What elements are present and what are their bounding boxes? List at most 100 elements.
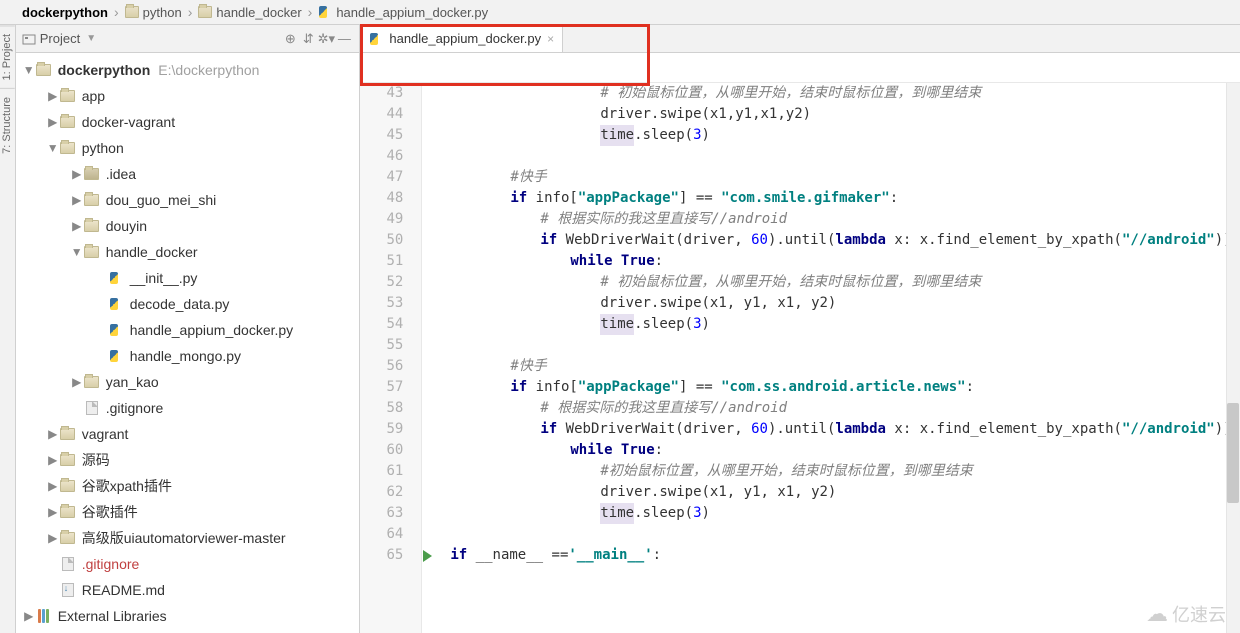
folder-icon	[60, 116, 76, 128]
line-number: 52	[360, 272, 403, 293]
code-line[interactable]: if WebDriverWait(driver, 60).until(lambd…	[450, 419, 1240, 440]
line-number: 43	[360, 83, 403, 104]
expand-arrow-icon[interactable]: ▶	[70, 375, 84, 389]
code-line[interactable]: while True:	[450, 440, 1240, 461]
code-line[interactable]	[450, 335, 1240, 356]
tree-item[interactable]: ▶.idea	[16, 161, 360, 187]
code-line[interactable]: if WebDriverWait(driver, 60).until(lambd…	[450, 230, 1240, 251]
project-tree[interactable]: ▼ dockerpython E:\dockerpython ▶ app ▶dock…	[16, 53, 360, 633]
code-line[interactable]: if __name__ =='__main__':	[450, 545, 1240, 566]
code-line[interactable]: driver.swipe(x1,y1,x1,y2)	[450, 104, 1240, 125]
expand-arrow-icon[interactable]: ▼	[46, 141, 60, 155]
code-line[interactable]: time.sleep(3)	[450, 503, 1240, 524]
scrollbar-thumb[interactable]	[1227, 403, 1239, 503]
expand-arrow-icon[interactable]: ▶	[46, 89, 60, 103]
tree-item[interactable]: ▶douyin	[16, 213, 360, 239]
code-editor[interactable]: 4344454647484950515253545556575859606162…	[360, 83, 1240, 633]
tree-item-label: yan_kao	[106, 374, 159, 390]
expand-arrow-icon[interactable]: ▶	[22, 609, 36, 623]
code-line[interactable]: while True:	[450, 251, 1240, 272]
tree-item[interactable]: handle_mongo.py	[16, 343, 360, 369]
tree-item[interactable]: ▶dou_guo_mei_shi	[16, 187, 360, 213]
minimize-icon[interactable]: —	[335, 30, 353, 48]
tree-item[interactable]: ▶ yan_kao	[16, 369, 360, 395]
code-line[interactable]: driver.swipe(x1, y1, x1, y2)	[450, 293, 1240, 314]
vertical-scrollbar[interactable]	[1226, 83, 1240, 633]
expand-arrow-icon[interactable]: ▼	[22, 63, 36, 77]
expand-arrow-icon[interactable]: ▶	[46, 453, 60, 467]
tree-item-label: 源码	[82, 450, 110, 470]
tree-item-label: app	[82, 88, 105, 104]
tree-item[interactable]: __init__.py	[16, 265, 360, 291]
code-line[interactable]	[450, 524, 1240, 545]
tree-item[interactable]: ▶ 源码	[16, 447, 360, 473]
line-number: 59	[360, 419, 403, 440]
code-line[interactable]: #快手	[450, 167, 1240, 188]
code-line[interactable]: #快手	[450, 356, 1240, 377]
tree-item[interactable]: ▶谷歌插件	[16, 499, 360, 525]
tree-item[interactable]: .gitignore	[16, 395, 360, 421]
tree-item-label: __init__.py	[130, 270, 198, 286]
expand-arrow-icon[interactable]: ▶	[46, 427, 60, 441]
tab-project[interactable]: 1: Project	[0, 25, 15, 88]
tree-item[interactable]: ▼handle_docker	[16, 239, 360, 265]
libraries-icon	[36, 609, 52, 623]
chevron-right-icon: ›	[188, 4, 193, 20]
code-line[interactable]: # 根据实际的我这里直接写//android	[450, 209, 1240, 230]
code-line[interactable]	[450, 146, 1240, 167]
editor-tab[interactable]: handle_appium_docker.py ×	[360, 24, 563, 52]
breadcrumb-item-folder[interactable]: handle_docker	[194, 5, 305, 20]
expand-arrow-icon[interactable]: ▼	[70, 245, 84, 259]
expand-arrow-icon[interactable]: ▶	[46, 505, 60, 519]
tree-root[interactable]: ▼ dockerpython E:\dockerpython	[16, 57, 360, 83]
gear-icon[interactable]: ✲▾	[317, 30, 335, 48]
tree-item[interactable]: .gitignore	[16, 551, 360, 577]
code-line[interactable]: if info["appPackage"] == "com.ss.android…	[450, 377, 1240, 398]
dropdown-icon[interactable]: ▼	[86, 33, 96, 44]
code-line[interactable]: time.sleep(3)	[450, 314, 1240, 335]
code-body[interactable]: # 初始鼠标位置，从哪里开始，结束时鼠标位置，到哪里结束driver.swipe…	[438, 83, 1240, 633]
expand-arrow-icon[interactable]: ▶	[46, 115, 60, 129]
tree-item[interactable]: ▶vagrant	[16, 421, 360, 447]
folder-icon	[60, 142, 76, 154]
collapse-icon[interactable]: ⇵	[299, 30, 317, 48]
run-icon[interactable]	[423, 550, 432, 562]
code-line[interactable]: driver.swipe(x1, y1, x1, y2)	[450, 482, 1240, 503]
tree-item[interactable]: ▶docker-vagrant	[16, 109, 360, 135]
code-line[interactable]: # 初始鼠标位置，从哪里开始，结束时鼠标位置，到哪里结束	[450, 272, 1240, 293]
line-number: 44	[360, 104, 403, 125]
expand-arrow-icon[interactable]: ▶	[70, 219, 84, 233]
tree-item[interactable]: decode_data.py	[16, 291, 360, 317]
expand-arrow-icon[interactable]: ▶	[70, 167, 84, 181]
tree-item[interactable]: README.md	[16, 577, 360, 603]
code-line[interactable]: time.sleep(3)	[450, 125, 1240, 146]
expand-arrow-icon[interactable]: ▶	[46, 531, 60, 545]
tree-item[interactable]: ▶ app	[16, 83, 360, 109]
tab-structure[interactable]: 7: Structure	[0, 88, 15, 162]
tree-external-libs[interactable]: ▶ External Libraries	[16, 603, 360, 629]
breadcrumb-item-folder[interactable]: python	[121, 5, 186, 20]
target-icon[interactable]: ⊕	[281, 30, 299, 48]
watermark: ☁ 亿速云	[1146, 601, 1226, 627]
code-line[interactable]: # 初始鼠标位置，从哪里开始，结束时鼠标位置，到哪里结束	[450, 83, 1240, 104]
expand-arrow-icon[interactable]: ▶	[46, 479, 60, 493]
line-number: 60	[360, 440, 403, 461]
code-line[interactable]: if info["appPackage"] == "com.smile.gifm…	[450, 188, 1240, 209]
tree-item[interactable]: ▶ 谷歌xpath插件	[16, 473, 360, 499]
tree-item[interactable]: ▼python	[16, 135, 360, 161]
line-number: 63	[360, 503, 403, 524]
expand-arrow-icon[interactable]: ▶	[70, 193, 84, 207]
code-line[interactable]: # 根据实际的我这里直接写//android	[450, 398, 1240, 419]
folder-icon	[60, 454, 76, 466]
code-line[interactable]: #初始鼠标位置，从哪里开始，结束时鼠标位置，到哪里结束	[450, 461, 1240, 482]
breadcrumb-item-file[interactable]: handle_appium_docker.py	[314, 5, 492, 20]
folder-icon	[60, 428, 76, 440]
tree-item-label: 谷歌xpath插件	[82, 476, 172, 496]
tree-item[interactable]: ▶ 高级版uiautomatorviewer-master	[16, 525, 360, 551]
tree-item-label: 高级版uiautomatorviewer-master	[82, 528, 286, 548]
line-number: 54	[360, 314, 403, 335]
tree-item[interactable]: handle_appium_docker.py	[16, 317, 360, 343]
tree-item-label: .gitignore	[106, 400, 164, 416]
breadcrumb-item-root[interactable]: dockerpython	[18, 5, 112, 20]
close-icon[interactable]: ×	[547, 32, 554, 46]
